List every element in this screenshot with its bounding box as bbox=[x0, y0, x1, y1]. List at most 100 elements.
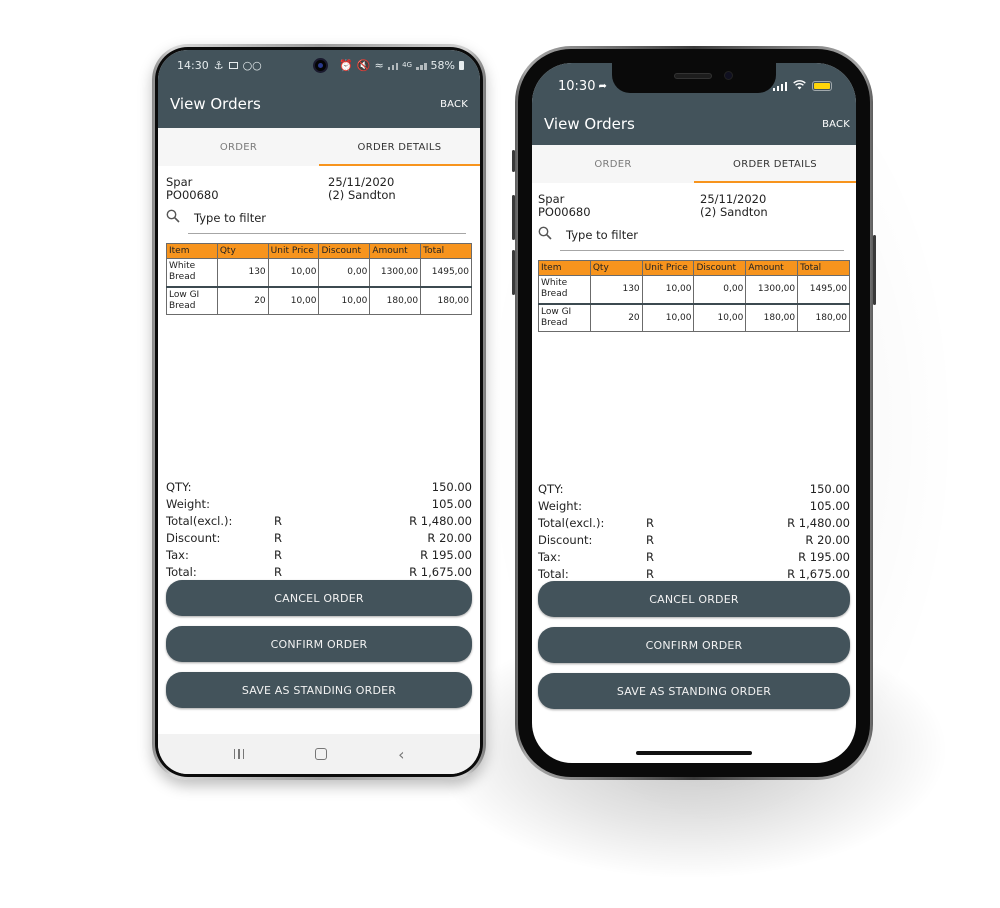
cell-unit-price: 10,00 bbox=[267, 258, 320, 287]
cell-total: 1495,00 bbox=[797, 275, 850, 304]
filter-underline bbox=[188, 233, 466, 234]
confirm-order-button[interactable]: CONFIRM ORDER bbox=[166, 626, 472, 662]
tab-bar: ORDER ORDER DETAILS bbox=[532, 145, 856, 183]
cell-qty: 130 bbox=[216, 258, 269, 287]
iphone-bezel: 10:30 ➦ View Orders BACK ORDER ORDER DET… bbox=[518, 49, 870, 777]
table-header-row: Item Qty Unit Price Discount Amount Tota… bbox=[538, 260, 850, 276]
filter-field[interactable]: Type to filter bbox=[538, 224, 850, 246]
summary-row-qty: QTY: 150.00 bbox=[538, 481, 850, 496]
header-amount: Amount bbox=[369, 243, 422, 259]
header-discount: Discount bbox=[693, 260, 747, 276]
table-row[interactable]: White Bread 130 10,00 0,00 1300,00 1495,0… bbox=[538, 275, 850, 304]
cell-amount: 1300,00 bbox=[369, 258, 422, 287]
cell-item: Low GI Bread bbox=[166, 285, 218, 315]
summary-row-weight: Weight: 105.00 bbox=[538, 498, 850, 513]
android-nav-bar: ‹ bbox=[158, 734, 480, 774]
table-row[interactable]: White Bread 130 10,00 0,00 1300,00 1495,0… bbox=[166, 258, 472, 287]
summary-row-total-excl: Total(excl.): R R 1,480.00 bbox=[166, 513, 472, 528]
android-bezel: 14:30 ⚓ ○○ ⏰ 🔇 ≈ 4G 58% View Orders BACK… bbox=[155, 47, 483, 777]
home-indicator[interactable] bbox=[636, 751, 752, 755]
signal-icon bbox=[772, 81, 787, 91]
cell-item: White Bread bbox=[166, 258, 218, 287]
recent-apps-icon[interactable] bbox=[233, 749, 245, 759]
table-header-row: Item Qty Unit Price Discount Amount Tota… bbox=[166, 243, 472, 259]
app-bar: View Orders BACK bbox=[158, 80, 480, 128]
summary-row-discount: Discount: R R 20.00 bbox=[166, 530, 472, 545]
order-info: Spar PO00680 25/11/2020 (2) Sandton bbox=[166, 176, 472, 202]
summary-row-qty: QTY: 150.00 bbox=[166, 479, 472, 494]
cell-discount: 10,00 bbox=[318, 285, 371, 315]
wifi-icon bbox=[793, 79, 806, 94]
cell-qty: 20 bbox=[589, 302, 643, 332]
header-discount: Discount bbox=[318, 243, 371, 259]
android-screen: 14:30 ⚓ ○○ ⏰ 🔇 ≈ 4G 58% View Orders BACK… bbox=[158, 50, 480, 774]
header-item: Item bbox=[538, 260, 591, 276]
cancel-order-button[interactable]: CANCEL ORDER bbox=[166, 580, 472, 616]
cell-total: 1495,00 bbox=[420, 258, 472, 287]
order-items-table: Item Qty Unit Price Discount Amount Tota… bbox=[538, 260, 850, 332]
po-number: PO00680 bbox=[538, 205, 591, 219]
order-info: Spar PO00680 25/11/2020 (2) Sandton bbox=[538, 193, 850, 219]
summary-row-total: Total: R R 1,675.00 bbox=[166, 564, 472, 579]
summary-row-total: Total: R R 1,675.00 bbox=[538, 566, 850, 581]
tab-order[interactable]: ORDER bbox=[158, 128, 319, 166]
cell-qty: 20 bbox=[216, 285, 269, 315]
iphone-screen: 10:30 ➦ View Orders BACK ORDER ORDER DET… bbox=[532, 63, 856, 763]
4g-icon: 4G bbox=[402, 61, 413, 69]
save-standing-order-button[interactable]: SAVE AS STANDING ORDER bbox=[538, 673, 850, 709]
location-icon: ➦ bbox=[598, 80, 607, 92]
po-number: PO00680 bbox=[166, 188, 219, 202]
iphone: 10:30 ➦ View Orders BACK ORDER ORDER DET… bbox=[515, 46, 873, 780]
cell-amount: 180,00 bbox=[745, 302, 799, 332]
cell-total: 180,00 bbox=[797, 302, 850, 332]
image-icon bbox=[228, 61, 238, 69]
wifi-icon: ≈ bbox=[374, 58, 384, 72]
cancel-order-button[interactable]: CANCEL ORDER bbox=[538, 581, 850, 617]
android-phone: 14:30 ⚓ ○○ ⏰ 🔇 ≈ 4G 58% View Orders BACK… bbox=[152, 44, 486, 780]
tab-bar: ORDER ORDER DETAILS bbox=[158, 128, 480, 166]
filter-input[interactable]: Type to filter bbox=[566, 228, 638, 242]
order-items-table: Item Qty Unit Price Discount Amount Tota… bbox=[166, 243, 472, 315]
page-title: View Orders bbox=[170, 95, 261, 113]
confirm-order-button[interactable]: CONFIRM ORDER bbox=[538, 627, 850, 663]
action-buttons: CANCEL ORDER CONFIRM ORDER SAVE AS STAND… bbox=[538, 581, 850, 719]
battery-icon bbox=[812, 81, 832, 91]
cell-discount: 0,00 bbox=[318, 258, 371, 287]
cell-discount: 0,00 bbox=[693, 275, 747, 304]
tab-order-details[interactable]: ORDER DETAILS bbox=[694, 145, 856, 183]
filter-underline bbox=[560, 250, 844, 251]
header-qty: Qty bbox=[589, 260, 643, 276]
cell-unit-price: 10,00 bbox=[267, 285, 320, 315]
order-details-content: Spar PO00680 25/11/2020 (2) Sandton Type… bbox=[532, 183, 856, 332]
table-row[interactable]: Low GI Bread 20 10,00 10,00 180,00 180,00 bbox=[538, 302, 850, 332]
cell-item: Low GI Bread bbox=[538, 302, 591, 332]
home-icon[interactable] bbox=[315, 748, 328, 760]
back-chevron-icon[interactable]: ‹ bbox=[398, 745, 404, 764]
filter-input[interactable]: Type to filter bbox=[194, 211, 266, 225]
header-total: Total bbox=[420, 243, 472, 259]
tab-order[interactable]: ORDER bbox=[532, 145, 694, 183]
branch-name: (2) Sandton bbox=[700, 205, 768, 219]
battery-icon bbox=[459, 60, 464, 70]
filter-field[interactable]: Type to filter bbox=[166, 207, 472, 229]
search-icon bbox=[538, 226, 560, 244]
cell-item: White Bread bbox=[538, 275, 591, 304]
earpiece bbox=[674, 73, 712, 79]
header-qty: Qty bbox=[216, 243, 269, 259]
back-button[interactable]: BACK bbox=[440, 99, 468, 110]
app-bar: View Orders BACK bbox=[532, 103, 856, 145]
incognito-icon: ○○ bbox=[242, 58, 262, 72]
cell-total: 180,00 bbox=[420, 285, 472, 315]
summary-row-tax: Tax: R R 195.00 bbox=[166, 547, 472, 562]
tab-order-details[interactable]: ORDER DETAILS bbox=[319, 128, 480, 166]
order-summary: QTY: 150.00 Weight: 105.00 Total(excl.): R R… bbox=[166, 478, 472, 580]
cell-discount: 10,00 bbox=[693, 302, 747, 332]
action-buttons: CANCEL ORDER CONFIRM ORDER SAVE AS STAND… bbox=[166, 580, 472, 718]
back-button[interactable]: BACK bbox=[822, 119, 850, 130]
summary-row-discount: Discount: R R 20.00 bbox=[538, 532, 850, 547]
order-summary: QTY: 150.00 Weight: 105.00 Total(excl.): R R… bbox=[538, 480, 850, 582]
table-row[interactable]: Low GI Bread 20 10,00 10,00 180,00 180,00 bbox=[166, 285, 472, 315]
page-title: View Orders bbox=[544, 115, 635, 133]
save-standing-order-button[interactable]: SAVE AS STANDING ORDER bbox=[166, 672, 472, 708]
front-camera bbox=[313, 58, 328, 73]
